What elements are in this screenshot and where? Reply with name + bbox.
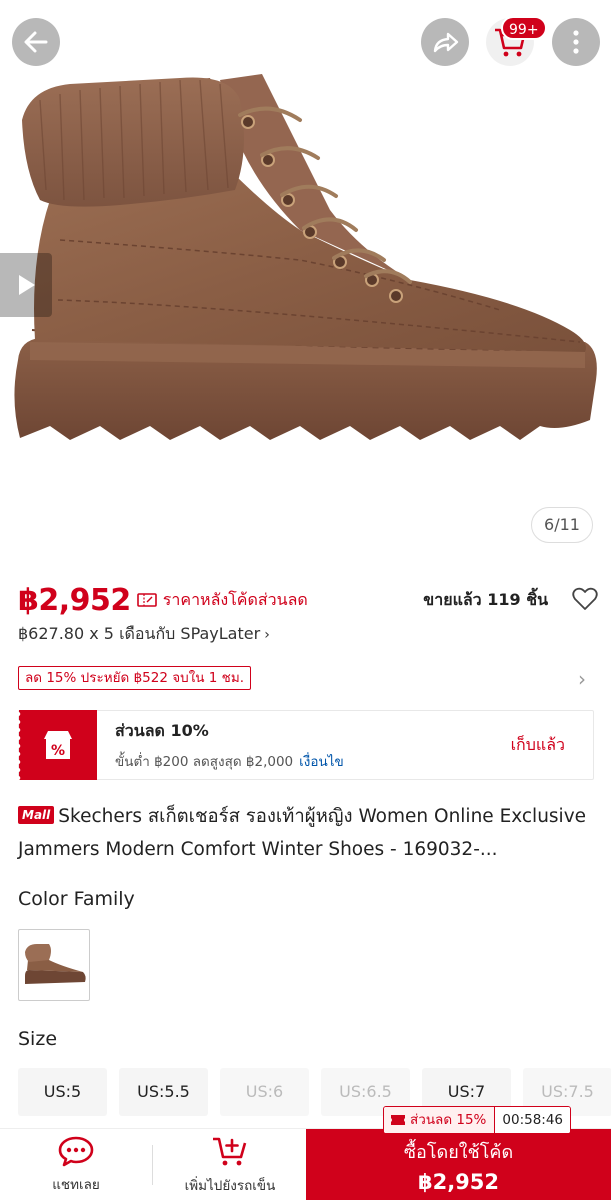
voucher-icon-panel: % (18, 710, 97, 780)
bottom-action-bar: แชทเลย เพิ่มไปยังรถเข็น ซื้อโดยใช้โค้ด ฿… (0, 1128, 611, 1200)
chat-icon (58, 1136, 94, 1167)
cart-plus-icon (213, 1137, 247, 1166)
price: ฿2,952 (18, 582, 131, 618)
flash-discount-strip: ส่วนลด 15% 00:58:46 (383, 1106, 572, 1134)
coupon-icon (136, 593, 157, 607)
chevron-right-icon[interactable]: › (578, 667, 586, 691)
chat-label: แชทเลย (52, 1177, 100, 1193)
share-icon (433, 32, 459, 53)
size-label: Size (18, 1028, 58, 1050)
back-arrow-icon (24, 31, 48, 53)
video-button[interactable] (0, 253, 52, 317)
size-option[interactable]: US:5 (18, 1068, 107, 1116)
discount-tag: ลด 15% ประหยัด ฿522 จบใน 1 ชม. (18, 666, 252, 690)
voucher-terms-link[interactable]: เงื่อนไข (299, 754, 344, 770)
price-row: ฿2,952 ราคาหลังโค้ดส่วนลด ขายแล้ว 119 ชิ… (18, 580, 598, 620)
play-icon (19, 275, 35, 295)
color-thumbnail (25, 944, 86, 984)
buy-price: ฿2,952 (417, 1170, 500, 1194)
buy-with-code-button[interactable]: ซื้อโดยใช้โค้ด ฿2,952 (306, 1129, 611, 1200)
ticket-icon (391, 1115, 405, 1125)
more-button[interactable] (552, 18, 600, 66)
buy-label: ซื้อโดยใช้โค้ด (403, 1142, 514, 1163)
price-note: ราคาหลังโค้ดส่วนลด (162, 589, 308, 609)
image-counter: 6/11 (531, 507, 593, 543)
add-to-cart-label: เพิ่มไปยังรถเข็น (184, 1178, 276, 1194)
product-image-carousel[interactable]: 99+ 6/11 (0, 0, 611, 568)
divider (152, 1145, 153, 1185)
size-option-disabled: US:6 (220, 1068, 309, 1116)
countdown-timer: 00:58:46 (494, 1107, 571, 1133)
chat-button[interactable]: แชทเลย (28, 1129, 124, 1200)
voucher-collected-button[interactable]: เก็บแล้ว (511, 733, 565, 758)
voucher-title: ส่วนลด 10% (115, 720, 209, 740)
color-family-label: Color Family (18, 888, 135, 910)
cart-count-badge: 99+ (501, 16, 547, 40)
color-option[interactable] (18, 929, 90, 1001)
size-option[interactable]: US:5.5 (119, 1068, 208, 1116)
voucher-condition: ขั้นต่ำ ฿200 ลดสูงสุด ฿2,000 (115, 753, 294, 770)
svg-text:%: % (51, 743, 65, 759)
back-button[interactable] (12, 18, 60, 66)
more-vertical-icon (573, 30, 579, 54)
shop-discount-icon: % (44, 731, 72, 759)
product-title: Mall Skechers สเก็ตเชอร์ส รองเท้าผู้หญิง … (18, 800, 596, 866)
add-to-cart-button[interactable]: เพิ่มไปยังรถเข็น (165, 1129, 295, 1200)
heart-icon[interactable] (572, 587, 598, 611)
sold-count: ขายแล้ว 119 ชิ้น (423, 589, 548, 609)
chevron-right-icon: › (264, 627, 270, 643)
product-image (14, 74, 597, 440)
promo-label: ส่วนลด 15% (410, 1112, 487, 1128)
share-button[interactable] (421, 18, 469, 66)
mall-badge: Mall (18, 806, 55, 824)
voucher-card: % ส่วนลด 10% ขั้นต่ำ ฿200 ลดสูงสุด ฿2,00… (18, 710, 594, 780)
installment-text: ฿627.80 x 5 เดือนกับ SPayLater (18, 624, 261, 643)
product-title-text: Skechers สเก็ตเชอร์ส รองเท้าผู้หญิง Wome… (18, 806, 587, 860)
installment-link[interactable]: ฿627.80 x 5 เดือนกับ SPayLater › (18, 622, 270, 647)
